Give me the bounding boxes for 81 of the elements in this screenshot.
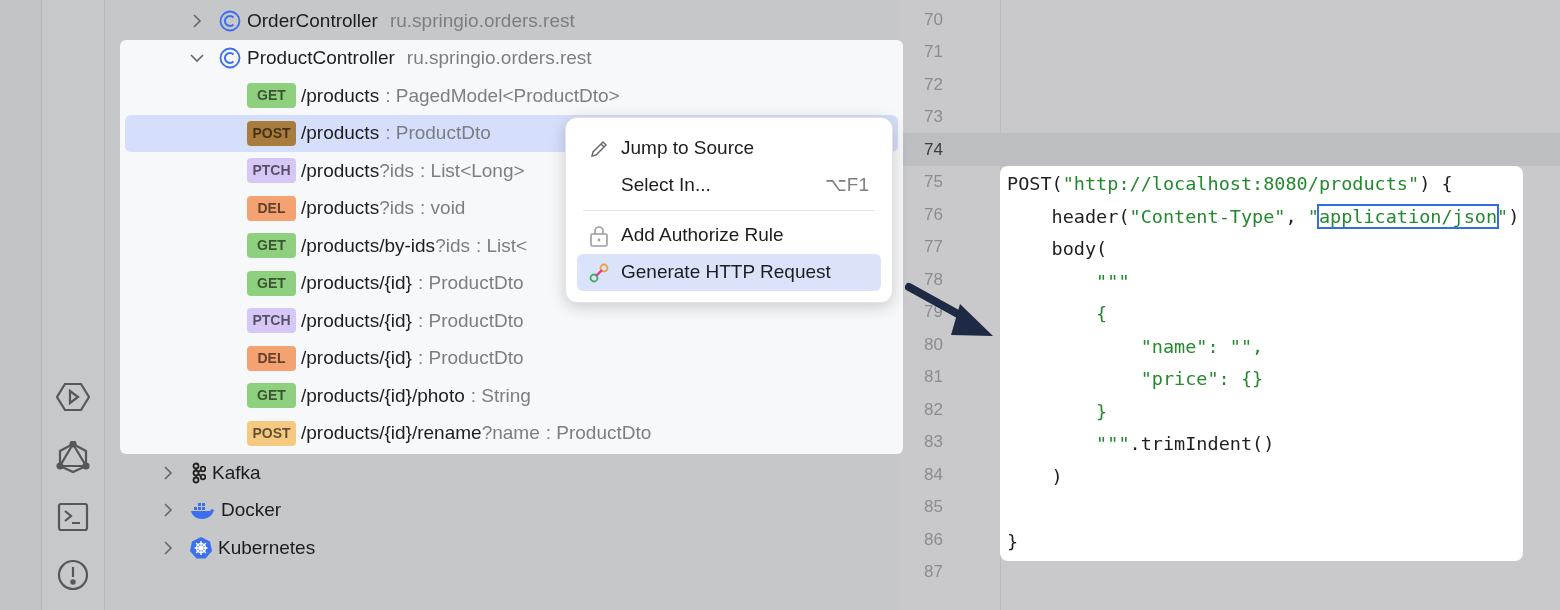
line-number: 71 [924,41,943,63]
endpoint-path[interactable]: /products [301,81,380,110]
endpoint-path[interactable]: /products/{id} [301,344,412,373]
line-number: 85 [924,496,943,518]
line-number: 87 [924,561,943,583]
line-number: 74 [924,138,943,161]
line-number: 72 [924,73,943,96]
return-type: : ProductDto [545,421,652,445]
code-line: "name": "", [1139,334,1264,359]
method-tag: DEL [247,195,296,221]
link-icon [589,262,609,283]
line-number: 77 [924,236,943,258]
method-tag: PTCH [247,308,296,334]
package-name: ru.springio.orders.rest [406,46,592,70]
menu-item[interactable]: Add Authorize Rule [577,217,881,254]
method-tag: GET [247,270,296,296]
tree-node-label[interactable]: Kafka [212,458,261,487]
line-number: 81 [924,366,943,388]
line-number: 80 [924,333,943,356]
line-number: 76 [924,203,943,226]
endpoint-path[interactable]: /products/{id} [301,269,412,298]
line-number: 82 [924,398,943,421]
line-number: 86 [924,528,943,551]
code-line: """.trimIndent() [1095,432,1275,457]
return-type: : List< [476,233,528,258]
graph-triangle-icon[interactable] [56,441,90,475]
tree-node-label[interactable]: Docker [221,496,282,525]
code-line: header("Content-Type", "application/json") [1050,204,1520,229]
method-tag: GET [247,83,296,109]
endpoint-path[interactable]: /products/{id} [301,306,412,335]
class-icon [219,47,241,70]
return-type: : ProductDto [417,308,524,333]
line-number: 75 [924,171,943,193]
endpoint-path[interactable]: /products/{id}/rename?name [301,419,540,448]
method-tag: GET [247,383,296,409]
lock-icon [589,224,609,247]
return-type: : ProductDto [417,346,524,370]
method-tag: POST [247,120,296,146]
whale-icon [190,500,215,521]
shortcut-label: ⌥F1 [824,173,869,198]
line-number: 83 [924,431,943,453]
menu-item[interactable]: Select In... ⌥F1 [577,167,881,204]
method-tag: PTCH [247,158,296,184]
return-type: : List<Long> [420,158,525,183]
code-line: { [1095,302,1108,327]
code-line: } [1095,399,1108,424]
code-line: body( [1050,237,1108,262]
line-number: 70 [924,8,943,31]
return-type: : ProductDto [385,121,491,145]
line-number: 73 [924,106,943,128]
return-type: : void [420,196,466,220]
return-type: : String [470,383,531,408]
endpoint-path[interactable]: /products/{id}/photo [301,381,465,410]
line-number: 84 [924,463,943,486]
endpoint-path[interactable]: /products/by-ids?ids [301,231,470,260]
menu-item[interactable]: Generate HTTP Request [577,254,881,291]
nodes-icon [190,461,206,484]
return-type: : PagedModel<ProductDto> [385,83,620,108]
line-number: 78 [924,268,943,291]
code-line: """ [1095,269,1130,294]
pencil-icon [589,138,609,159]
class-icon [219,9,241,32]
run-hexagon-icon[interactable] [56,380,90,414]
method-tag: GET [247,233,296,259]
helm-wheel-icon [190,536,212,560]
tree-node-label[interactable]: Kubernetes [218,533,316,562]
endpoint-path[interactable]: /products [301,119,380,148]
code-line: POST("http://localhost:8080/products") { [1007,172,1453,197]
return-type: : ProductDto [417,271,524,295]
tree-node-label[interactable]: OrderController [247,6,378,35]
code-line: "price": {} [1139,367,1264,392]
code-line: ) [1050,464,1063,489]
endpoint-path[interactable]: /products?ids [301,194,414,223]
method-tag: DEL [247,345,296,371]
warning-icon[interactable] [57,559,89,591]
code-line: } [1007,529,1019,554]
tree-node-label[interactable]: ProductController [247,44,395,73]
package-name: ru.springio.orders.rest [389,8,575,33]
terminal-icon[interactable] [57,502,89,532]
method-tag: POST [247,420,296,446]
endpoint-path[interactable]: /products?ids [301,156,414,185]
